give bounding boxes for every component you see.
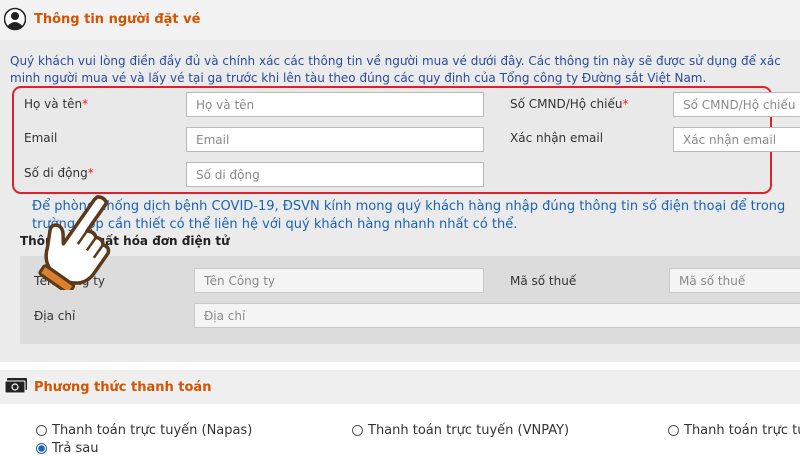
email-label: Email <box>24 131 58 145</box>
payment-option-online[interactable]: Thanh toán trực tuyến <box>668 423 800 438</box>
payment-option-pay-later[interactable]: Trả sau <box>36 441 98 456</box>
payment-option-vnpay[interactable]: Thanh toán trực tuyến (VNPAY) <box>352 423 569 438</box>
radio-button[interactable] <box>36 425 47 436</box>
intro-text: Quý khách vui lòng điền đầy đủ và chính … <box>10 54 781 85</box>
payment-option-napas[interactable]: Thanh toán trực tuyến (Napas) <box>36 423 252 438</box>
id-number-input[interactable]: Số CMND/Hộ chiếu <box>673 92 800 117</box>
money-icon <box>4 378 27 394</box>
covid-note: Để phòng chống dịch bệnh COVID-19, ĐSVN … <box>32 199 786 232</box>
radio-button-selected[interactable] <box>36 443 47 454</box>
full-name-input[interactable]: Họ và tên <box>186 92 484 117</box>
pointing-hand-icon <box>38 195 111 290</box>
payment-section-title: Phương thức thanh toán <box>34 380 212 395</box>
full-name-label: Họ và tên* <box>24 97 89 111</box>
address-label: Địa chỉ <box>34 309 76 323</box>
phone-label: Số di động* <box>24 166 94 180</box>
user-icon <box>4 7 26 31</box>
address-input[interactable]: Địa chỉ <box>194 303 800 328</box>
id-number-label: Số CMND/Hộ chiếu* <box>510 97 629 111</box>
phone-input[interactable]: Số di động <box>186 162 484 187</box>
customer-section-title: Thông tin người đặt vé <box>34 12 201 27</box>
radio-button[interactable] <box>352 425 363 436</box>
email-confirm-input[interactable]: Xác nhận email <box>673 127 800 152</box>
email-input[interactable]: Email <box>186 127 484 152</box>
email-confirm-label: Xác nhận email <box>510 131 604 145</box>
tax-code-label: Mã số thuế <box>510 274 577 288</box>
company-input[interactable]: Tên Công ty <box>194 268 484 293</box>
radio-button[interactable] <box>668 425 679 436</box>
tax-code-input[interactable]: Mã số thuế <box>669 268 800 293</box>
